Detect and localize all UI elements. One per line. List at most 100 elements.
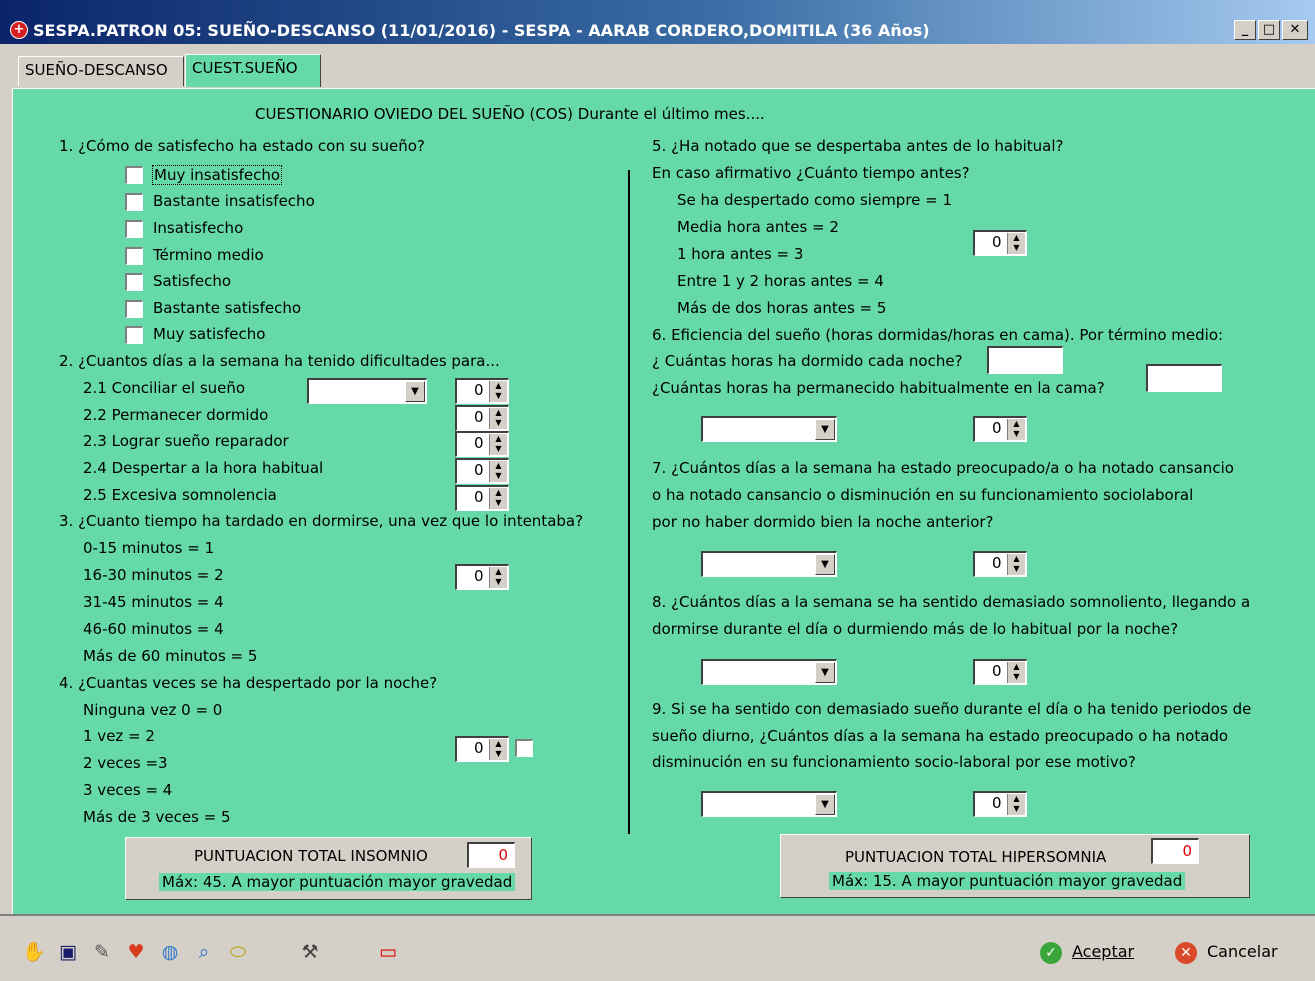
q3-option-4: 46-60 minutos = 4 — [83, 620, 224, 638]
q7-line3: por no haber dormido bien la noche anter… — [652, 513, 994, 531]
app-icon: + — [10, 21, 28, 39]
hand-icon[interactable]: ✋ — [22, 940, 46, 964]
q5-spin[interactable]: 0 ▲ ▼ — [973, 230, 1027, 256]
chevron-down-icon: ▼ — [815, 554, 835, 575]
q1-title: 1. ¿Cómo de satisfecho ha estado con su … — [59, 137, 425, 155]
q2-title: 2. ¿Cuantos días a la semana ha tenido d… — [59, 352, 500, 370]
q3-option-3: 31-45 minutos = 4 — [83, 593, 224, 611]
q1-checkbox-2[interactable] — [125, 193, 143, 211]
q4-option-5: Más de 3 veces = 5 — [83, 808, 231, 826]
q2-spin-4[interactable]: 0 ▲ ▼ — [455, 458, 509, 484]
chevron-down-icon: ▼ — [815, 794, 835, 815]
q5-title: 5. ¿Ha notado que se despertaba antes de… — [652, 137, 1064, 155]
q9-line2: sueño diurno, ¿Cuántos días a la semana … — [652, 727, 1229, 745]
q6-line1: ¿ Cuántas horas ha dormido cada noche? — [652, 352, 963, 370]
q1-checkbox-5[interactable] — [125, 273, 143, 291]
q7-line2: o ha notado cansancio o disminución en s… — [652, 486, 1194, 504]
close-button[interactable]: ✕ — [1282, 20, 1308, 40]
q5-option-2: Media hora antes = 2 — [677, 218, 839, 236]
q4-title: 4. ¿Cuantas veces se ha despertado por l… — [59, 674, 438, 692]
q8-line1: 8. ¿Cuántos días a la semana se ha senti… — [652, 593, 1251, 611]
q2-spin-2[interactable]: 0 ▲ ▼ — [455, 405, 509, 431]
q1-checkbox-6[interactable] — [125, 300, 143, 318]
hipersomnia-note: Máx: 15. A mayor puntuación mayor graved… — [829, 872, 1186, 890]
tab-sueno-descanso[interactable]: SUEÑO-DESCANSO — [18, 56, 184, 86]
q4-spin[interactable]: 0 ▲ ▼ — [455, 736, 509, 762]
minimize-button[interactable]: _ — [1234, 20, 1256, 40]
q2-spin-5[interactable]: 0 ▲ ▼ — [455, 485, 509, 511]
q3-spin[interactable]: 0 ▲ ▼ — [455, 564, 509, 590]
q2-combo[interactable]: ▼ — [307, 378, 427, 404]
q4-checkbox[interactable] — [515, 739, 533, 757]
q6-combo[interactable]: ▼ — [701, 416, 837, 442]
spin-arrows-icon[interactable]: ▲ ▼ — [1007, 419, 1025, 440]
hipersomnia-label: PUNTUACION TOTAL HIPERSOMNIA — [845, 848, 1107, 866]
q2-spin-3[interactable]: 0 ▲ ▼ — [455, 431, 509, 457]
accept-button[interactable]: ✓ Aceptar — [1040, 938, 1134, 966]
check-icon: ✓ — [1040, 941, 1062, 964]
cancel-label: Cancelar — [1207, 942, 1278, 961]
q8-combo[interactable]: ▼ — [701, 659, 837, 685]
q7-spin[interactable]: 0 ▲ ▼ — [973, 551, 1027, 577]
maximize-button[interactable]: □ — [1258, 20, 1280, 40]
q6-spin[interactable]: 0 ▲ ▼ — [973, 416, 1027, 442]
chevron-down-icon: ▼ — [815, 419, 835, 440]
hours-in-bed-input[interactable] — [1146, 364, 1222, 392]
monitor-icon[interactable]: ▣ — [56, 940, 80, 964]
accept-label: Aceptar — [1072, 942, 1135, 961]
q5-subtitle: En caso afirmativo ¿Cuánto tiempo antes? — [652, 164, 970, 182]
spin-arrows-icon[interactable]: ▲ ▼ — [1007, 662, 1025, 683]
spin-arrows-icon[interactable]: ▲ ▼ — [489, 488, 507, 509]
q9-line1: 9. Si se ha sentido con demasiado sueño … — [652, 700, 1252, 718]
q3-option-5: Más de 60 minutos = 5 — [83, 647, 258, 665]
insomnio-value: 0 — [467, 842, 515, 868]
spin-arrows-icon[interactable]: ▲ ▼ — [489, 434, 507, 455]
q8-spin[interactable]: 0 ▲ ▼ — [973, 659, 1027, 685]
chevron-down-icon: ▼ — [815, 662, 835, 683]
window-title: SESPA.PATRON 05: SUEÑO-DESCANSO (11/01/2… — [33, 21, 930, 40]
tab-label: SUEÑO-DESCANSO — [25, 61, 168, 79]
tools-icon[interactable]: ⚒ — [298, 940, 322, 964]
column-divider — [628, 170, 630, 834]
chevron-down-icon: ▼ — [405, 381, 425, 402]
hours-slept-input[interactable] — [987, 346, 1063, 374]
spin-arrows-icon[interactable]: ▲ ▼ — [489, 381, 507, 402]
spin-arrows-icon[interactable]: ▲ ▼ — [489, 408, 507, 429]
q1-checkbox-4[interactable] — [125, 247, 143, 265]
q4-option-3: 2 veces =3 — [83, 754, 168, 772]
q9-spin[interactable]: 0 ▲ ▼ — [973, 791, 1027, 817]
globe-icon[interactable]: ◍ — [158, 940, 182, 964]
q1-checkbox-1[interactable] — [125, 166, 143, 184]
pencil-icon[interactable]: ✎ — [90, 940, 114, 964]
heart-icon[interactable]: ♥ — [124, 940, 148, 964]
tab-cuest-sueno[interactable]: CUEST.SUEÑO — [185, 54, 321, 87]
q5-option-5: Más de dos horas antes = 5 — [677, 299, 887, 317]
pill-icon[interactable]: ⬭ — [226, 940, 250, 964]
q1-checkbox-7[interactable] — [125, 326, 143, 344]
q9-line3: disminución en su funcionamiento socio-l… — [652, 753, 1136, 771]
magnifier-icon[interactable]: ⌕ — [192, 940, 216, 964]
q2-item-5-label: 2.5 Excesiva somnolencia — [83, 486, 277, 504]
cancel-button[interactable]: ✕ Cancelar — [1175, 938, 1278, 966]
spin-arrows-icon[interactable]: ▲ ▼ — [489, 461, 507, 482]
q2-item-3-label: 2.3 Lograr sueño reparador — [83, 432, 289, 450]
q4-option-4: 3 veces = 4 — [83, 781, 173, 799]
q6-title: 6. Eficiencia del sueño (horas dormidas/… — [652, 326, 1224, 344]
bottom-toolbar: ✋ ▣ ✎ ♥ ◍ ⌕ ⬭ ⚒ ▭ ✓ Aceptar ✕ Cancelar — [0, 914, 1315, 981]
q7-combo[interactable]: ▼ — [701, 551, 837, 577]
q4-option-1: Ninguna vez 0 = 0 — [83, 701, 223, 719]
q9-combo[interactable]: ▼ — [701, 791, 837, 817]
q1-option-3: Insatisfecho — [153, 219, 244, 237]
q5-option-4: Entre 1 y 2 horas antes = 4 — [677, 272, 884, 290]
form-panel: CUESTIONARIO OVIEDO DEL SUEÑO (COS) Dura… — [12, 88, 1315, 914]
spin-arrows-icon[interactable]: ▲ ▼ — [1007, 233, 1025, 254]
spin-arrows-icon[interactable]: ▲ ▼ — [1007, 554, 1025, 575]
spin-arrows-icon[interactable]: ▲ ▼ — [1007, 794, 1025, 815]
q1-checkbox-3[interactable] — [125, 220, 143, 238]
first-aid-icon[interactable]: ▭ — [368, 940, 408, 964]
spin-arrows-icon[interactable]: ▲ ▼ — [489, 567, 507, 588]
q8-line2: dormirse durante el día o durmiendo más … — [652, 620, 1179, 638]
q2-spin-1[interactable]: 0 ▲ ▼ — [455, 378, 509, 404]
tab-label: CUEST.SUEÑO — [192, 59, 298, 77]
spin-arrows-icon[interactable]: ▲ ▼ — [489, 739, 507, 760]
